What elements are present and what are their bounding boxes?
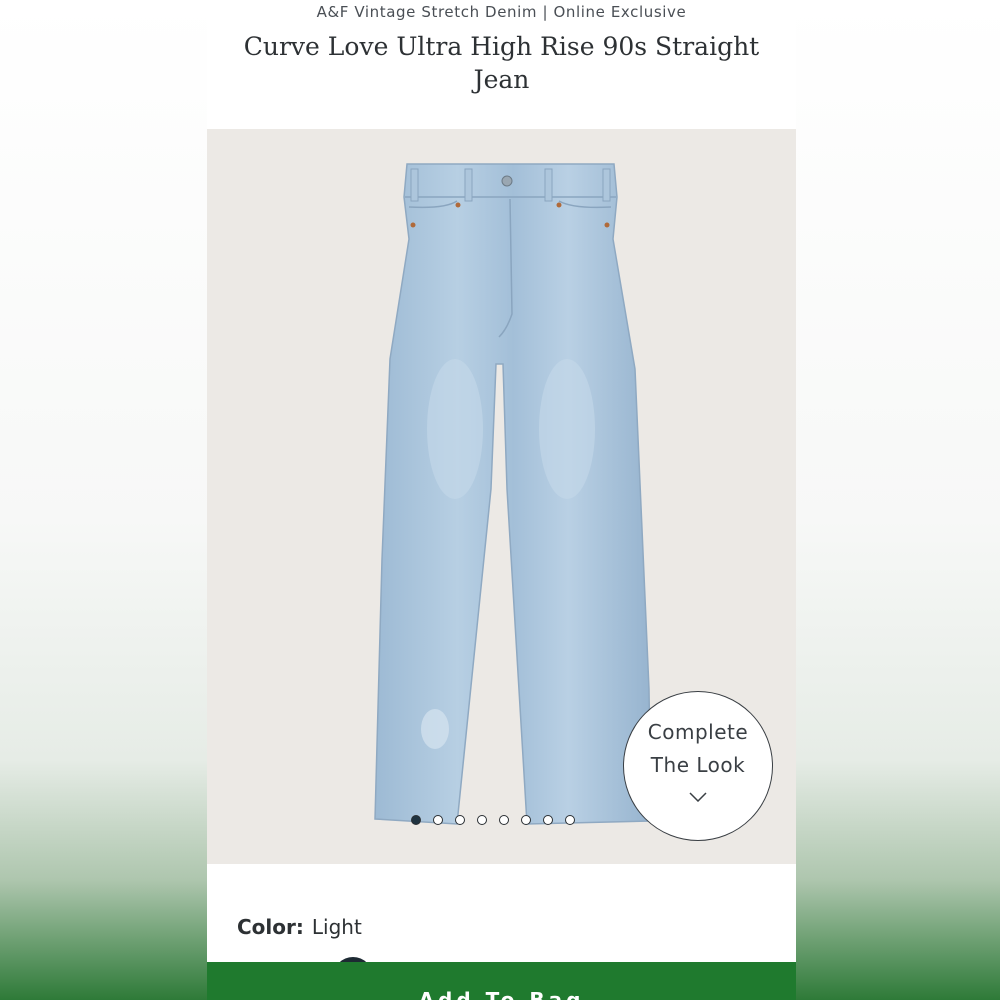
- carousel-dot[interactable]: [543, 815, 553, 825]
- chevron-down-icon: [689, 792, 707, 802]
- complete-the-look-line-1: Complete: [647, 720, 749, 744]
- collection-subtitle: A&F Vintage Stretch Denim | Online Exclu…: [316, 3, 687, 21]
- carousel-dot[interactable]: [477, 815, 487, 825]
- product-image-carousel[interactable]: Complete The Look: [207, 129, 796, 864]
- complete-the-look-button[interactable]: Complete The Look: [623, 691, 773, 841]
- carousel-dot[interactable]: [455, 815, 465, 825]
- product-page: A&F Vintage Stretch Denim | Online Exclu…: [207, 0, 796, 1000]
- add-to-bag-button[interactable]: Add To Bag: [207, 962, 796, 1000]
- color-label: Color:: [237, 915, 304, 939]
- carousel-dot[interactable]: [499, 815, 509, 825]
- carousel-dot[interactable]: [565, 815, 575, 825]
- carousel-dots: [411, 815, 575, 825]
- add-to-bag-label: Add To Bag: [418, 988, 585, 1000]
- complete-the-look-label: Complete The Look: [624, 716, 772, 782]
- carousel-dot[interactable]: [411, 815, 421, 825]
- complete-the-look-line-2: The Look: [650, 753, 746, 777]
- color-value: Light: [311, 915, 362, 939]
- carousel-dot[interactable]: [433, 815, 443, 825]
- color-selector: Color: Light: [237, 915, 362, 939]
- carousel-dot[interactable]: [521, 815, 531, 825]
- product-title: Curve Love Ultra High Rise 90s Straight …: [243, 32, 760, 94]
